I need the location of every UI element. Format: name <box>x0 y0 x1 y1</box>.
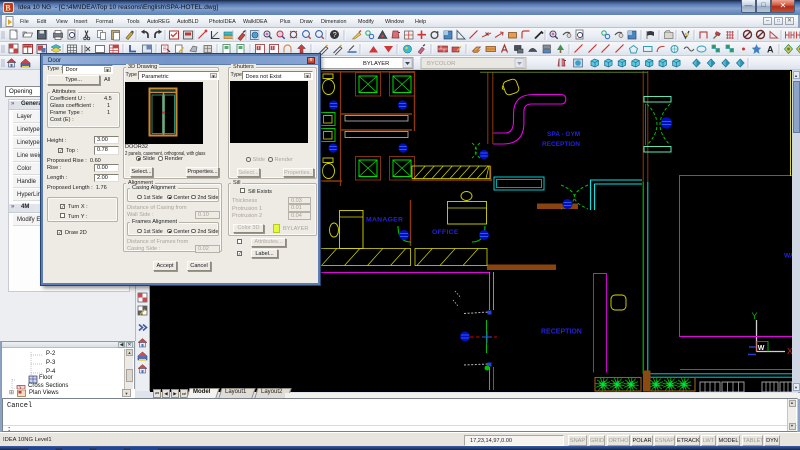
svg-text:B: B <box>5 4 11 13</box>
svg-text:BYLAYER: BYLAYER <box>363 61 389 67</box>
svg-text:WAI: WAI <box>784 253 792 260</box>
svg-text:Y: Y <box>752 311 758 321</box>
svg-text:BYCOLOR: BYCOLOR <box>427 61 455 67</box>
svg-text:RECEPTION: RECEPTION <box>541 329 582 336</box>
svg-text:A: A <box>767 45 774 55</box>
svg-text:SPA - GYM: SPA - GYM <box>547 131 580 138</box>
svg-text:MANAGER: MANAGER <box>366 217 403 224</box>
svg-text:W: W <box>758 345 765 352</box>
svg-text:?: ? <box>333 32 337 39</box>
svg-text:OFFICE: OFFICE <box>432 229 459 236</box>
svg-text:RECEPTION: RECEPTION <box>542 141 580 148</box>
